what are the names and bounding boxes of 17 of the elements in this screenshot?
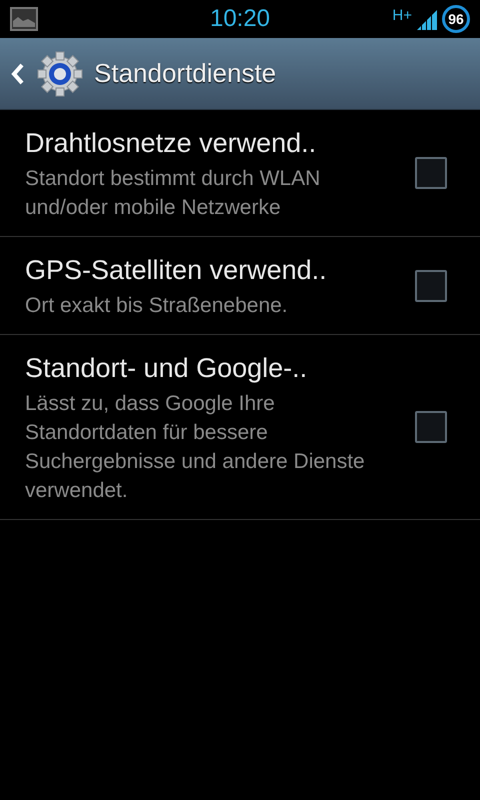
checkbox[interactable]: [415, 411, 447, 443]
clock: 10:20: [210, 5, 270, 33]
setting-summary: Lässt zu, dass Google Ihre Standortdaten für bessere Suchergebnisse und andere Dienste verwendet.: [25, 391, 366, 504]
signal-icon: [415, 8, 439, 30]
picture-icon: [10, 7, 38, 31]
checkbox[interactable]: [415, 157, 447, 189]
setting-summary: Standort bestimmt durch WLAN und/oder mobile Netzwerke: [25, 166, 322, 221]
checkbox[interactable]: [415, 270, 447, 302]
battery-indicator: 96: [442, 5, 470, 33]
setting-title: GPS-Satelliten verwend..: [25, 254, 328, 287]
screen-title: Standortdienste: [94, 58, 276, 89]
setting-summary: Ort exakt bis Straßenebene.: [25, 293, 289, 319]
setting-title: Drahtlosnetze verwend..: [25, 127, 318, 160]
back-icon[interactable]: [10, 62, 26, 86]
setting-title: Standort- und Google-..: [25, 352, 308, 385]
network-type: H+: [392, 7, 412, 24]
gear-icon: [36, 50, 84, 98]
